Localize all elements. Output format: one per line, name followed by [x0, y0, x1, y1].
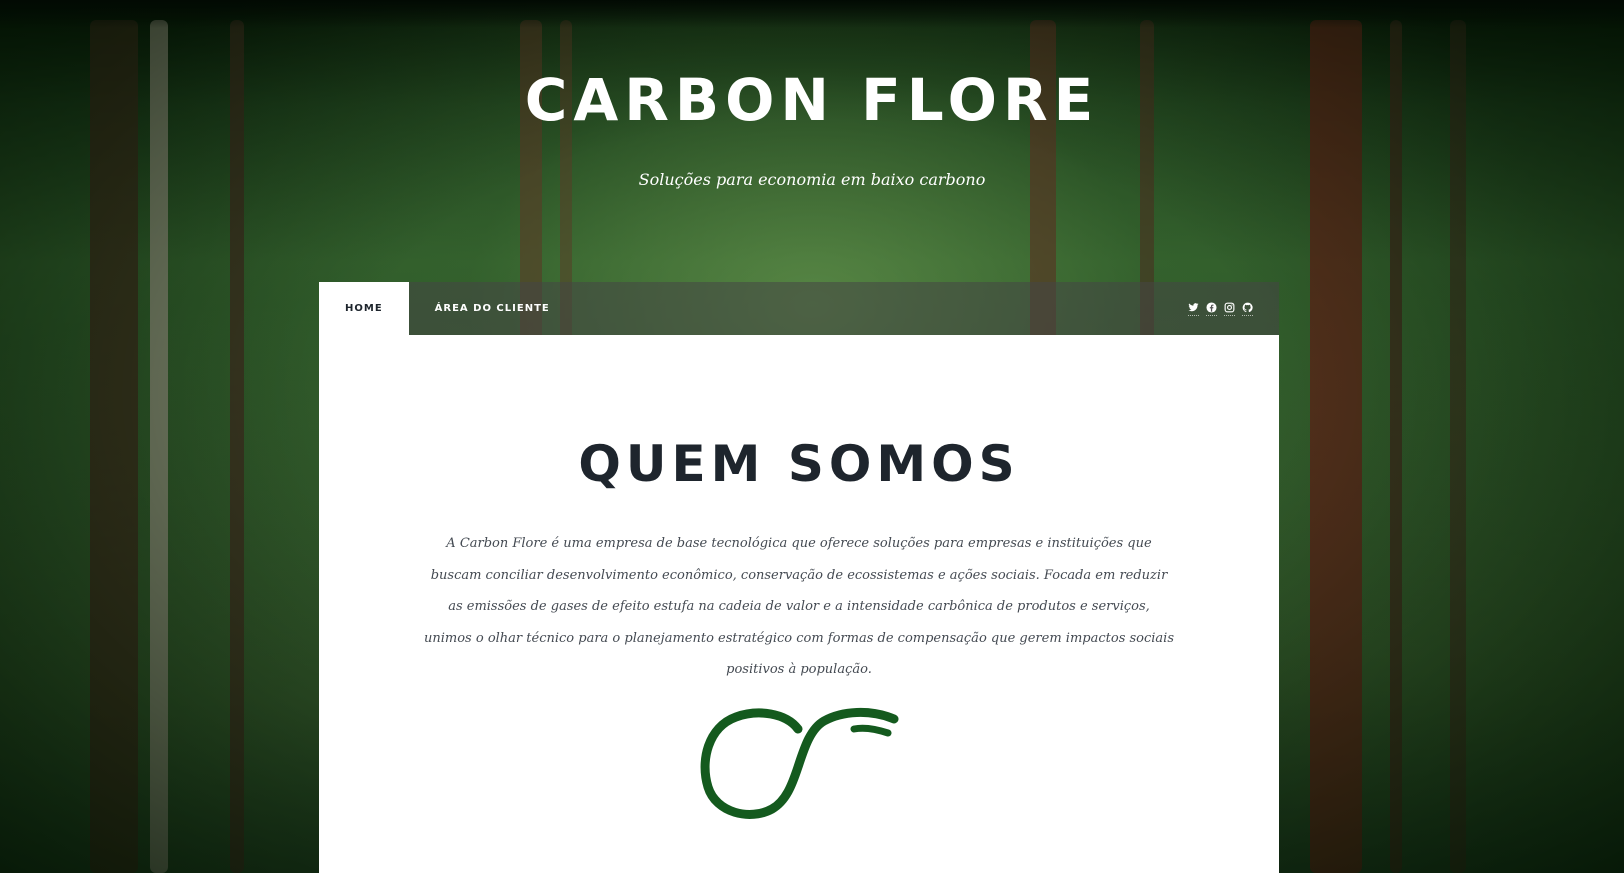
section-title-quem-somos: QUEM SOMOS [578, 435, 1020, 493]
main-content: QUEM SOMOS A Carbon Flore é uma empresa … [319, 335, 1279, 873]
facebook-icon[interactable] [1206, 301, 1217, 316]
instagram-icon[interactable] [1224, 302, 1235, 316]
about-paragraph: A Carbon Flore é uma empresa de base tec… [424, 536, 1175, 677]
nav-item-area-do-cliente[interactable]: ÁREA DO CLIENTE [409, 282, 576, 335]
site-title[interactable]: CARBON FLORE [0, 66, 1624, 134]
twitter-icon[interactable] [1188, 302, 1199, 316]
main-nav: HOME ÁREA DO CLIENTE [319, 282, 1279, 335]
nav-item-home[interactable]: HOME [319, 282, 409, 335]
site-tagline: Soluções para economia em baixo carbono [638, 170, 986, 189]
page: CARBON FLORE Soluções para economia em b… [0, 0, 1624, 873]
carbon-flore-logo [700, 707, 899, 819]
github-icon[interactable] [1242, 302, 1253, 316]
social-links [1188, 301, 1253, 316]
top-shade [0, 0, 1624, 28]
